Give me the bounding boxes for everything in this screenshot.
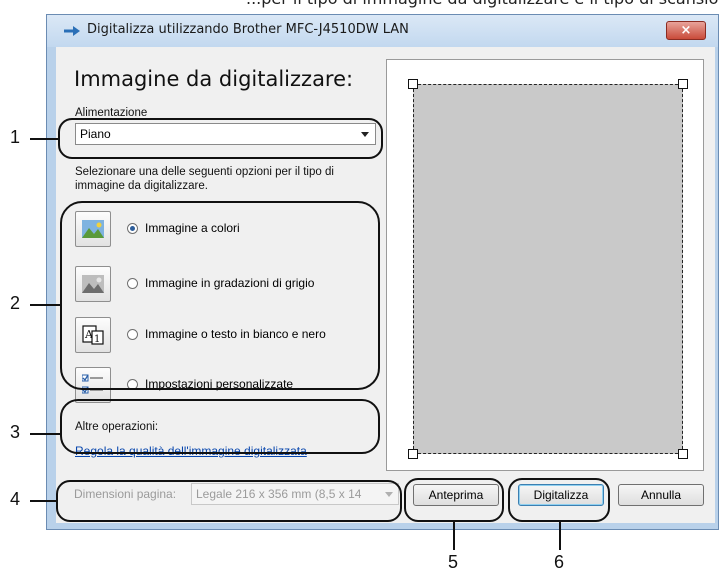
preview-page-selection[interactable]: [413, 84, 683, 454]
title-bar[interactable]: Digitalizza utilizzando Brother MFC-J451…: [47, 15, 718, 47]
callout-leader-1: [30, 138, 58, 140]
callout-leader-4: [30, 500, 56, 502]
callout-number-6: 6: [554, 552, 565, 572]
manual-page-text: ...per il tipo di immagine da digitalizz…: [246, 0, 719, 8]
resize-handle-bottom-right[interactable]: [678, 449, 688, 459]
window-title: Digitalizza utilizzando Brother MFC-J451…: [87, 22, 409, 37]
callout-leader-6: [559, 522, 561, 550]
dialog-heading: Immagine da digitalizzare:: [74, 67, 354, 91]
callout-oval-5: [404, 478, 504, 522]
scan-type-instructions: Selezionare una delle seguenti opzioni p…: [75, 166, 334, 192]
callout-leader-2: [30, 304, 60, 306]
callout-oval-2: [60, 201, 380, 390]
callout-number-2: 2: [10, 293, 21, 313]
callout-number-3: 3: [10, 422, 21, 442]
cancel-button[interactable]: Annulla: [618, 484, 704, 506]
callout-oval-3: [60, 399, 380, 454]
resize-handle-bottom-left[interactable]: [408, 449, 418, 459]
manual-page-text-strip: ...per il tipo di immagine da digitalizz…: [246, 0, 719, 8]
close-button[interactable]: ×: [666, 21, 706, 40]
resize-handle-top-right[interactable]: [678, 79, 688, 89]
resize-handle-top-left[interactable]: [408, 79, 418, 89]
callout-number-4: 4: [10, 489, 21, 509]
callout-number-5: 5: [448, 552, 459, 572]
callout-number-1: 1: [10, 127, 21, 147]
callout-oval-4: [56, 480, 402, 522]
callout-oval-1: [58, 118, 383, 159]
scan-preview-area[interactable]: [386, 59, 704, 471]
scan-arrow-icon: [64, 26, 80, 36]
callout-leader-5: [453, 522, 455, 550]
callout-leader-3: [30, 433, 60, 435]
callout-oval-6: [508, 478, 610, 522]
